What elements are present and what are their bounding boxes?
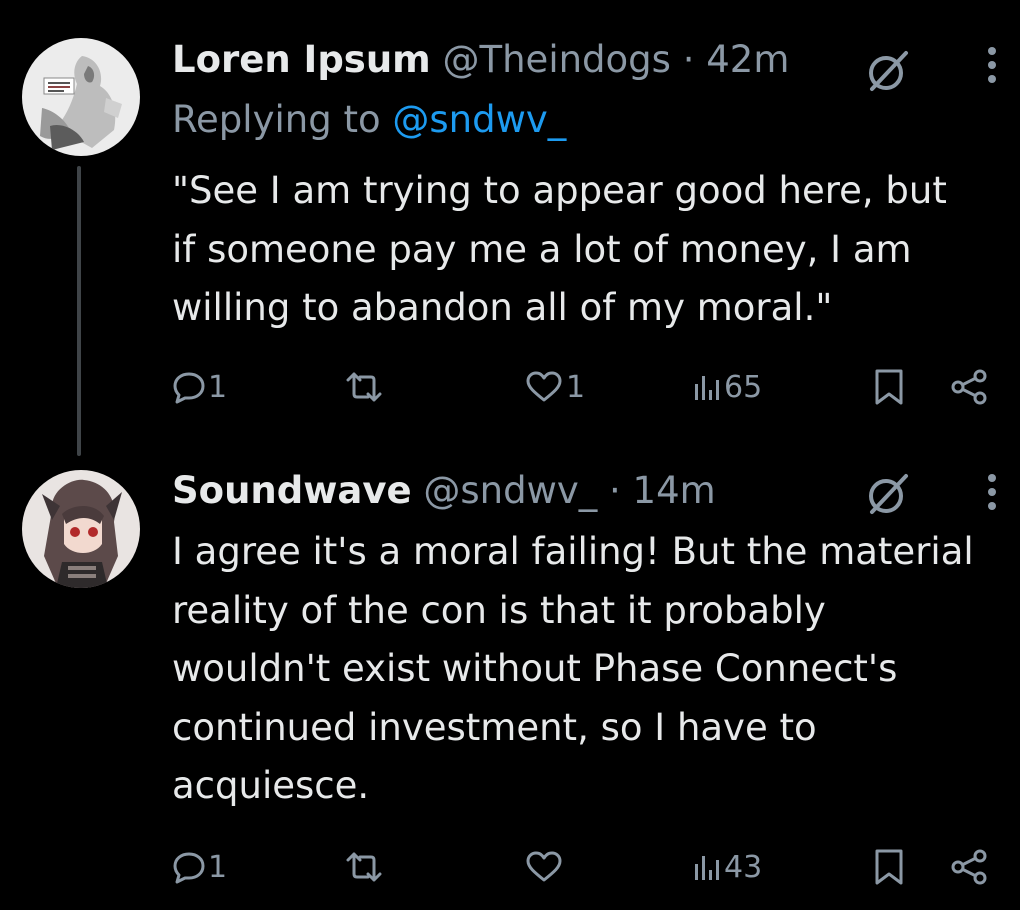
share-icon	[951, 849, 987, 885]
tweet-1[interactable]: Loren Ipsum @Theindogs · 42m Replying to…	[0, 0, 1020, 456]
reply-mention-link[interactable]: @sndwv_	[392, 98, 566, 141]
like-button[interactable]	[524, 842, 566, 892]
views-count: 43	[724, 849, 763, 885]
more-vertical-icon[interactable]	[984, 470, 1000, 518]
retweet-button[interactable]	[344, 842, 386, 892]
bookmark-button[interactable]	[872, 362, 906, 412]
tweet-text-line: continued investment, so I have to	[172, 705, 817, 749]
more-vertical-icon[interactable]	[984, 43, 1000, 91]
share-icon	[951, 369, 987, 405]
avatar-image	[22, 470, 140, 588]
views-count: 65	[724, 369, 763, 405]
views-bar-icon	[695, 376, 719, 400]
like-button[interactable]: 1	[524, 362, 585, 412]
views-button[interactable]: 65	[692, 362, 762, 412]
heart-icon	[526, 851, 562, 882]
tweet-text-line: "See I am trying to appear good here, bu…	[172, 169, 947, 212]
retweet-icon	[346, 852, 382, 882]
tweet-text-line: I agree it's a moral failing! But the ma…	[172, 530, 974, 573]
avatar[interactable]	[22, 470, 140, 588]
reply-icon	[173, 852, 205, 884]
retweet-icon	[346, 372, 382, 402]
views-bar-icon	[695, 856, 719, 880]
reply-count: 1	[208, 849, 228, 885]
bookmark-button[interactable]	[872, 842, 906, 892]
reply-count: 1	[208, 369, 228, 405]
bookmark-icon	[875, 369, 903, 405]
display-name[interactable]: Soundwave	[172, 469, 412, 512]
grok-icon[interactable]	[862, 468, 914, 520]
tweet-text-line: wouldn't exist without Phase Connect's	[172, 647, 898, 690]
separator-dot: ·	[609, 469, 621, 512]
views-button[interactable]: 43	[692, 842, 762, 892]
tweet-actions: 1 1 65	[172, 362, 1020, 412]
tweet-content: Loren Ipsum @Theindogs · 42m Replying to…	[172, 35, 1020, 450]
user-handle[interactable]: @Theindogs	[443, 38, 671, 81]
tweet-text-line: if someone pay me a lot of money, I am	[172, 227, 912, 271]
share-button[interactable]	[950, 842, 990, 892]
tweet-actions: 1 43	[172, 842, 1020, 892]
tweet-content: Soundwave @sndwv_ · 14m I agree it's a m…	[172, 466, 1020, 906]
retweet-button[interactable]	[344, 362, 386, 412]
user-handle[interactable]: @sndwv_	[423, 469, 597, 512]
reply-icon	[173, 372, 205, 404]
display-name[interactable]: Loren Ipsum	[172, 38, 431, 81]
timestamp[interactable]: 42m	[706, 38, 789, 81]
tweet-text-line: reality of the con is that it probably	[172, 588, 826, 632]
avatar-image	[22, 38, 140, 156]
separator-dot: ·	[682, 38, 695, 81]
like-count: 1	[566, 369, 586, 405]
tweet-header: Soundwave @sndwv_ · 14m	[172, 466, 716, 516]
timestamp[interactable]: 14m	[633, 469, 716, 512]
avatar[interactable]	[22, 38, 140, 156]
replying-to-label: Replying to	[172, 98, 381, 141]
tweet-text-line: acquiesce.	[172, 764, 370, 807]
reply-button[interactable]: 1	[172, 842, 227, 892]
reply-button[interactable]: 1	[172, 362, 227, 412]
share-button[interactable]	[950, 362, 990, 412]
thread-line	[77, 166, 81, 456]
tweet-header: Loren Ipsum @Theindogs · 42m	[172, 35, 789, 85]
bookmark-icon	[875, 849, 903, 885]
tweet-2[interactable]: Soundwave @sndwv_ · 14m I agree it's a m…	[0, 450, 1020, 910]
replying-to: Replying to @sndwv_	[172, 95, 566, 145]
tweet-text-line: willing to abandon all of my moral."	[172, 286, 833, 329]
grok-icon[interactable]	[862, 45, 914, 97]
tweet-text: I agree it's a moral failing! But the ma…	[172, 523, 974, 816]
tweet-text: "See I am trying to appear good here, bu…	[172, 162, 947, 338]
heart-icon	[526, 371, 562, 402]
